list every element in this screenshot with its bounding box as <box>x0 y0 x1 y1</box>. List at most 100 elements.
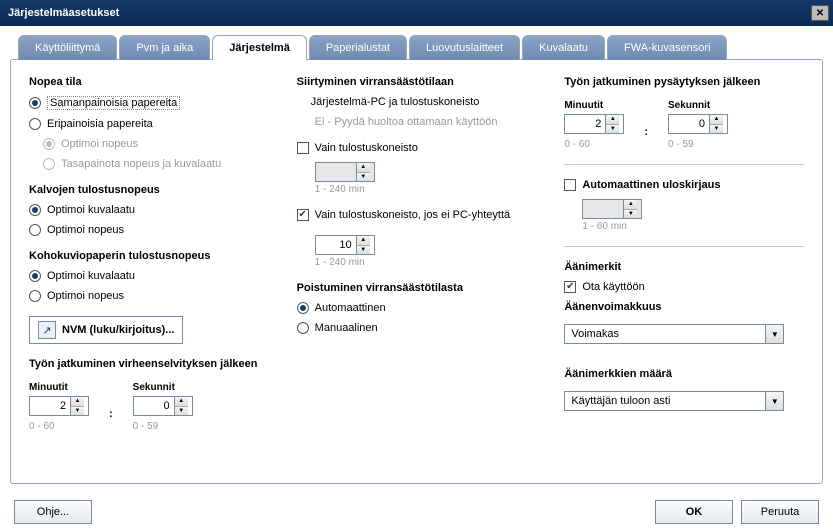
radio-icon <box>29 204 41 216</box>
up-arrow-icon[interactable]: ▲ <box>71 397 84 407</box>
up-arrow-icon[interactable]: ▲ <box>175 397 188 407</box>
trans-opt1-label: Optimoi kuvalaatu <box>47 204 135 216</box>
up-arrow-icon: ▲ <box>357 163 370 173</box>
down-arrow-icon[interactable]: ▼ <box>175 407 188 416</box>
trans-opt1[interactable]: Optimoi kuvalaatu <box>29 204 269 216</box>
resume-err-min-input[interactable] <box>30 397 70 415</box>
down-arrow-icon[interactable]: ▼ <box>606 125 619 134</box>
time-colon: : <box>644 126 648 138</box>
exitps-opt1[interactable]: Automaattinen <box>297 302 537 314</box>
printonly-hint: 1 - 240 min <box>315 184 537 195</box>
chevron-down-icon[interactable]: ▼ <box>765 325 783 343</box>
resume-err-sec-spinner[interactable]: ▲▼ <box>133 396 193 416</box>
down-arrow-icon[interactable]: ▼ <box>710 125 723 134</box>
emboss-opt2[interactable]: Optimoi nopeus <box>29 290 269 302</box>
col-left: Nopea tila Samanpainoisia papereita Erip… <box>29 74 269 469</box>
resume-err-min-spinner[interactable]: ▲▼ <box>29 396 89 416</box>
fastmode-heading: Nopea tila <box>29 76 269 88</box>
emboss-opt2-label: Optimoi nopeus <box>47 290 124 302</box>
printnopc-spinner[interactable]: ▲▼ <box>315 235 375 255</box>
exitps-opt2-label: Manuaalinen <box>315 322 378 334</box>
up-arrow-icon[interactable]: ▲ <box>710 115 723 125</box>
fastmode-sub2-label: Tasapainota nopeus ja kuvalaatu <box>61 158 221 170</box>
tab-quality[interactable]: Kuvalaatu <box>522 35 605 60</box>
sec-label: Sekunnit <box>133 382 193 393</box>
col-mid: Siirtyminen virransäästötilaan Järjestel… <box>297 74 537 469</box>
up-arrow-icon[interactable]: ▲ <box>357 236 370 246</box>
resume-err-heading: Työn jatkuminen virheenselvityksen jälke… <box>29 358 269 370</box>
window-body: Käyttöliittymä Pvm ja aika Järjestelmä P… <box>0 26 833 532</box>
exitps-opt2[interactable]: Manuaalinen <box>297 322 537 334</box>
trans-opt2[interactable]: Optimoi nopeus <box>29 224 269 236</box>
min-label: Minuutit <box>564 100 624 111</box>
resume-stop-heading: Työn jatkuminen pysäytyksen jälkeen <box>564 76 804 88</box>
close-icon[interactable]: ✕ <box>811 5 829 21</box>
autologoff-input <box>583 200 623 218</box>
ok-button[interactable]: OK <box>655 500 733 524</box>
radio-icon <box>43 158 55 170</box>
soundcount-dropdown[interactable]: Käyttäjän tuloon asti ▼ <box>564 391 784 411</box>
min-label: Minuutit <box>29 382 89 393</box>
cancel-button[interactable]: Peruuta <box>741 500 819 524</box>
radio-icon <box>297 302 309 314</box>
printnopc-check[interactable]: ✔ Vain tulostuskoneisto, jos ei PC-yhtey… <box>297 209 537 221</box>
sounds-enable-check[interactable]: ✔ Ota käyttöön <box>564 281 804 293</box>
divider <box>564 164 804 165</box>
fastmode-sub1: Optimoi nopeus <box>43 138 269 150</box>
volume-dropdown[interactable]: Voimakas ▼ <box>564 324 784 344</box>
tab-system[interactable]: Järjestelmä <box>212 35 307 60</box>
tab-fwa[interactable]: FWA-kuvasensori <box>607 35 727 60</box>
exitps-opt1-label: Automaattinen <box>315 302 386 314</box>
tab-ui[interactable]: Käyttöliittymä <box>18 35 117 60</box>
tab-trays[interactable]: Paperialustat <box>309 35 407 60</box>
fastmode-opt2[interactable]: Eripainoisia papereita <box>29 118 269 130</box>
checkbox-icon <box>297 142 309 154</box>
time-colon: : <box>109 408 113 420</box>
resume-err-spinners: Minuutit ▲▼ 0 - 60 : Sekunnit ▲▼ 0 - 59 <box>29 382 269 432</box>
enterps-line1: Järjestelmä-PC ja tulostuskoneisto <box>311 96 537 108</box>
tab-panel: Nopea tila Samanpainoisia papereita Erip… <box>10 59 823 484</box>
tab-datetime[interactable]: Pvm ja aika <box>119 35 210 60</box>
tab-output[interactable]: Luovutuslaitteet <box>409 35 520 60</box>
fastmode-opt1[interactable]: Samanpainoisia papereita <box>29 96 269 110</box>
volume-label: Äänenvoimakkuus <box>564 301 804 313</box>
autologoff-spinner: ▲▼ <box>582 199 642 219</box>
resume-stop-sec-input[interactable] <box>669 115 709 133</box>
emboss-opt1[interactable]: Optimoi kuvalaatu <box>29 270 269 282</box>
resume-err-sec-input[interactable] <box>134 397 174 415</box>
exitps-heading: Poistuminen virransäästötilasta <box>297 282 537 294</box>
resume-stop-sec-spinner[interactable]: ▲▼ <box>668 114 728 134</box>
trans-opt2-label: Optimoi nopeus <box>47 224 124 236</box>
sec-hint: 0 - 59 <box>668 139 728 150</box>
nvm-button[interactable]: ↗ NVM (luku/kirjoitus)... <box>29 316 183 344</box>
soundcount-value: Käyttäjän tuloon asti <box>565 392 765 410</box>
soundcount-label: Äänimerkkien määrä <box>564 368 804 380</box>
radio-icon <box>29 118 41 130</box>
checkbox-icon <box>564 179 576 191</box>
enterps-line2: Ei - Pyydä huoltoa ottamaan käyttöön <box>315 116 537 128</box>
radio-icon <box>29 224 41 236</box>
down-arrow-icon[interactable]: ▼ <box>71 407 84 416</box>
autologoff-label: Automaattinen uloskirjaus <box>582 179 720 191</box>
printonly-label: Vain tulostuskoneisto <box>315 142 418 154</box>
resume-stop-min-input[interactable] <box>565 115 605 133</box>
up-arrow-icon[interactable]: ▲ <box>606 115 619 125</box>
radio-icon <box>29 270 41 282</box>
help-button[interactable]: Ohje... <box>14 500 92 524</box>
printonly-check[interactable]: Vain tulostuskoneisto <box>297 142 537 154</box>
down-arrow-icon[interactable]: ▼ <box>357 246 370 255</box>
enterps-heading: Siirtyminen virransäästötilaan <box>297 76 537 88</box>
sec-label: Sekunnit <box>668 100 728 111</box>
col-right: Työn jatkuminen pysäytyksen jälkeen Minu… <box>564 74 804 469</box>
fastmode-sub1-label: Optimoi nopeus <box>61 138 138 150</box>
min-hint: 0 - 60 <box>564 139 624 150</box>
nvm-label: NVM (luku/kirjoitus)... <box>62 324 174 336</box>
resume-stop-min-spinner[interactable]: ▲▼ <box>564 114 624 134</box>
footer: Ohje... OK Peruuta <box>10 490 823 524</box>
title-bar: Järjestelmäasetukset ✕ <box>0 0 833 26</box>
printnopc-input[interactable] <box>316 236 356 254</box>
sounds-heading: Äänimerkit <box>564 261 804 273</box>
autologoff-check[interactable]: Automaattinen uloskirjaus <box>564 179 804 191</box>
chevron-down-icon[interactable]: ▼ <box>765 392 783 410</box>
printnopc-label: Vain tulostuskoneisto, jos ei PC-yhteytt… <box>315 209 510 221</box>
